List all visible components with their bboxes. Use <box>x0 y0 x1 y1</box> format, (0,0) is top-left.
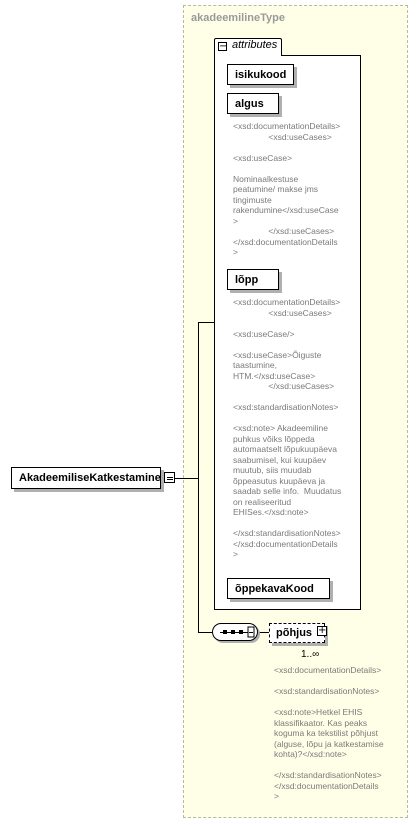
occurrence-label: 1..∞ <box>301 649 320 660</box>
plus-box-icon[interactable]: + <box>317 626 327 636</box>
sequence-compositor-icon <box>220 626 255 638</box>
pohjus-documentation: <xsd:documentationDetails> <xsd:standard… <box>274 665 384 801</box>
